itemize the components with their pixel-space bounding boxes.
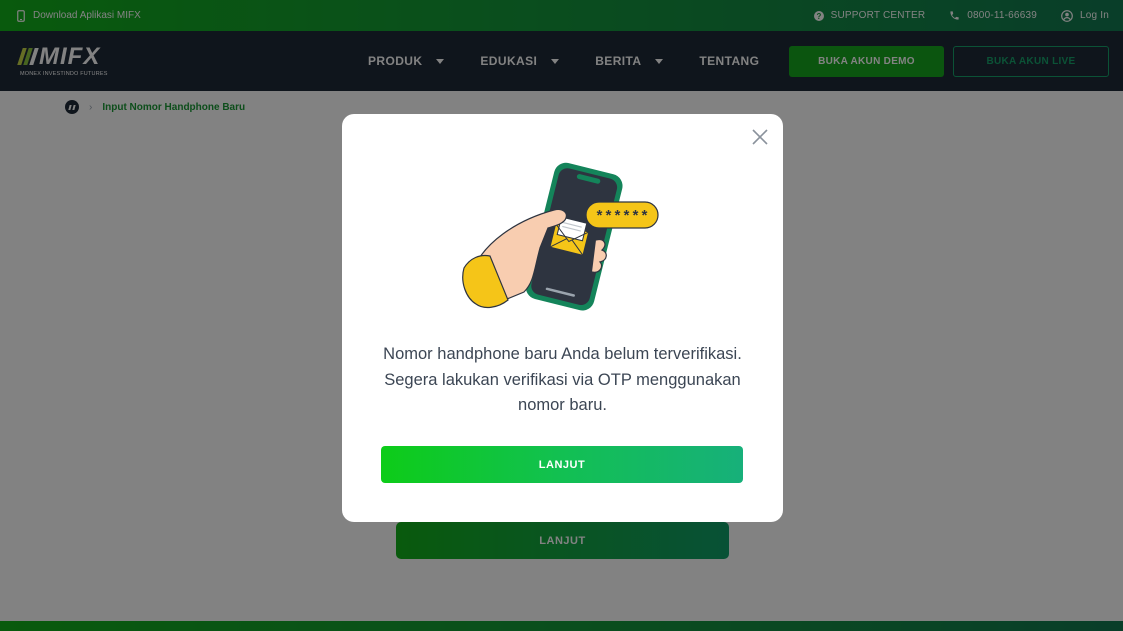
verification-modal: ****** Nomor handphone baru Anda belum t… [342, 114, 783, 522]
phone-otp-illustration: ****** [462, 162, 659, 311]
continue-button[interactable]: LANJUT [381, 446, 743, 483]
close-icon[interactable] [751, 128, 769, 146]
otp-mask-text: ****** [595, 209, 649, 226]
verification-message: Nomor handphone baru Anda belum terverif… [383, 345, 742, 414]
